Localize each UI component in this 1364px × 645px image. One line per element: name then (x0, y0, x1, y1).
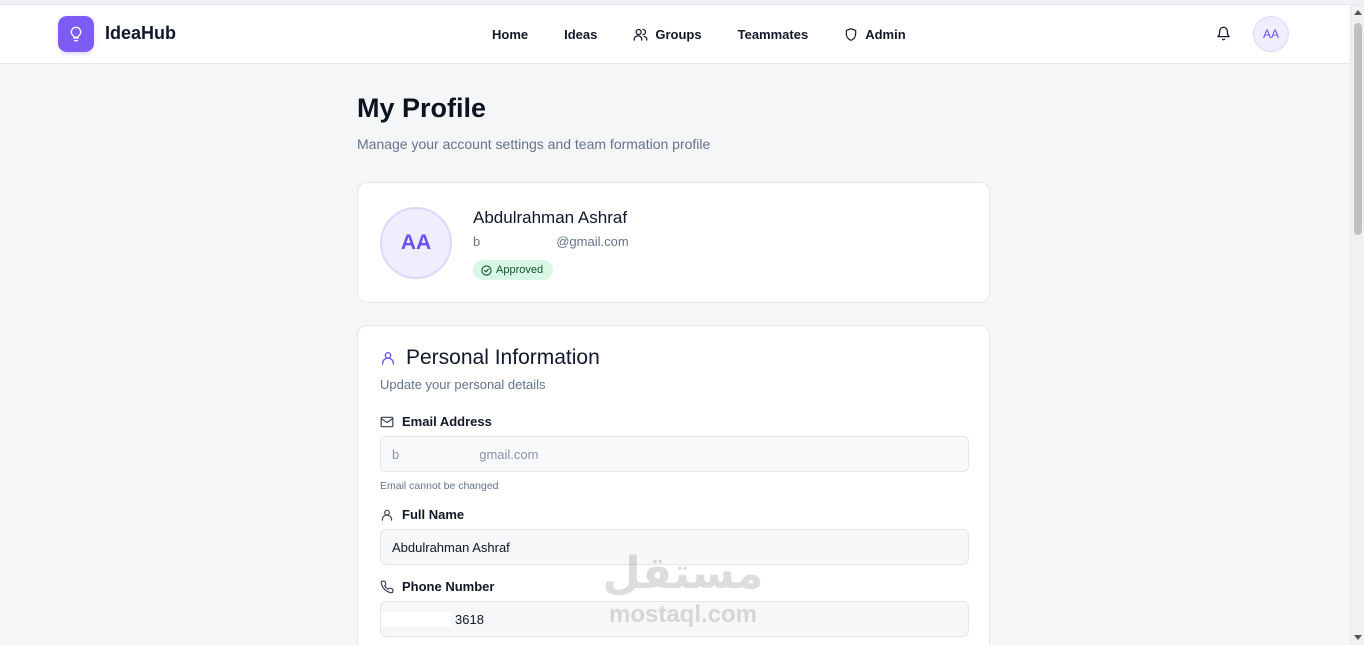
bell-icon (1217, 26, 1230, 41)
page-subtitle: Manage your account settings and team fo… (357, 136, 711, 152)
email-hint: Email cannot be changed (380, 480, 499, 492)
nav-admin-label: Admin (865, 27, 906, 42)
scroll-down-icon[interactable] (1354, 635, 1362, 640)
phone-label: Phone Number (380, 579, 494, 594)
personal-info-card: Personal Information Update your persona… (357, 325, 990, 645)
user-avatar-button[interactable]: AA (1253, 16, 1289, 52)
notifications-button[interactable] (1216, 26, 1231, 46)
nav-admin[interactable]: Admin (844, 27, 906, 42)
full-name-input[interactable]: Abdulrahman Ashraf (380, 529, 969, 565)
nav-groups-label: Groups (655, 27, 702, 42)
email-field[interactable]: b gmail.com (380, 436, 969, 472)
scroll-thumb[interactable] (1354, 23, 1362, 235)
status-badge-label: Approved (496, 264, 544, 276)
nav-ideas[interactable]: Ideas (564, 27, 597, 42)
nav-groups[interactable]: Groups (633, 27, 702, 42)
users-icon (634, 28, 648, 41)
nav-teammates-label: Teammates (737, 27, 809, 42)
full-name-value: Abdulrahman Ashraf (392, 539, 510, 555)
email-field-suffix: gmail.com (479, 446, 539, 462)
lightbulb-icon (70, 26, 82, 42)
shield-icon (845, 28, 857, 41)
profile-summary-card: AA Abdulrahman Ashraf b @gmail.com Approv… (357, 182, 990, 303)
top-navbar: IdeaHub Home Ideas Groups Teammates Admi… (0, 5, 1350, 64)
avatar: AA (380, 207, 452, 279)
brand-name[interactable]: IdeaHub (105, 23, 176, 44)
phone-value: 3618 (455, 611, 484, 627)
page-title: My Profile (357, 93, 487, 123)
user-icon (381, 509, 393, 521)
redaction-mask (381, 612, 451, 626)
full-name-label-text: Full Name (402, 507, 465, 522)
profile-email: b @gmail.com (473, 234, 629, 249)
profile-email-suffix: @gmail.com (556, 234, 629, 249)
email-label-text: Email Address (402, 414, 492, 429)
mail-icon (380, 416, 394, 427)
section-title-label: Personal Information (406, 346, 600, 369)
scroll-up-icon[interactable] (1354, 10, 1362, 15)
profile-name: Abdulrahman Ashraf (473, 208, 628, 227)
phone-icon (380, 580, 394, 593)
user-icon (382, 352, 394, 365)
status-badge: Approved (473, 260, 554, 280)
check-circle-icon (481, 264, 492, 276)
email-field-prefix: b (392, 446, 400, 462)
page-scrollbar[interactable] (1350, 5, 1364, 645)
redaction-mask (480, 237, 557, 248)
nav-teammates[interactable]: Teammates (738, 27, 809, 42)
section-subtitle: Update your personal details (380, 377, 546, 392)
main-nav: Home Ideas Groups Teammates Admin (492, 5, 906, 64)
nav-ideas-label: Ideas (564, 27, 598, 42)
profile-email-prefix: b (473, 234, 481, 249)
full-name-label: Full Name (380, 507, 464, 522)
nav-home-label: Home (492, 27, 529, 42)
redaction-mask (399, 447, 480, 461)
logo[interactable] (58, 16, 94, 52)
phone-label-text: Phone Number (402, 579, 495, 594)
email-label: Email Address (380, 414, 492, 429)
section-title: Personal Information (380, 346, 600, 370)
phone-input[interactable]: 3618 (380, 601, 969, 637)
nav-home[interactable]: Home (492, 27, 528, 42)
